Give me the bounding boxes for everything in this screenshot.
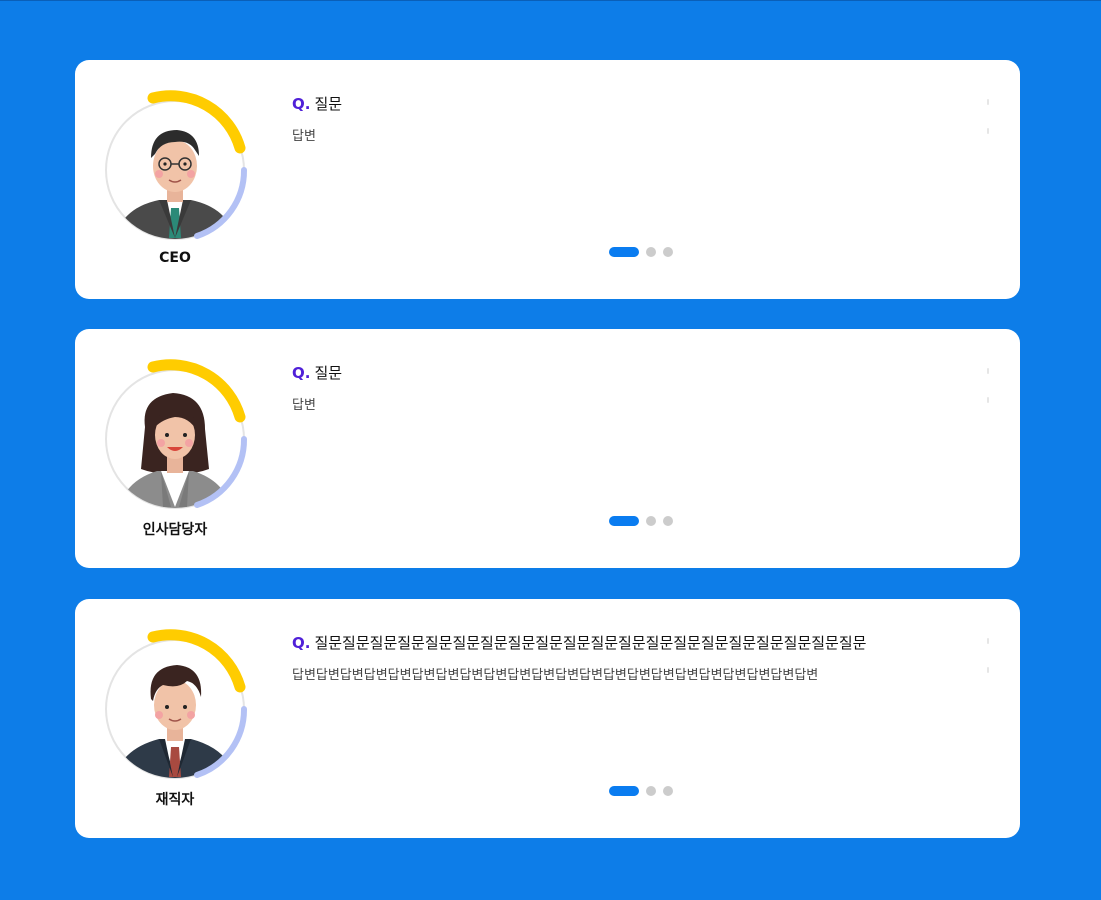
answer-text: 답변답변답변답변답변답변답변답변답변답변답변답변답변답변답변답변답변답변답변답변… bbox=[292, 668, 819, 683]
employee-avatar-illustration bbox=[105, 629, 248, 779]
question-body: 질문질문질문질문질문질문질문질문질문질문질문질문질문질문질문질문질문질문질문질문 bbox=[314, 634, 867, 652]
interview-card-hr: 인사담당자 Q. 질문 답변 bbox=[75, 329, 1020, 568]
page: CEO Q. 질문 답변 인사담당자 Q. 질문 답변 재직자 Q. 질문질문질… bbox=[0, 0, 1101, 900]
answer-text: 답변 bbox=[292, 398, 316, 413]
carousel-pagination bbox=[609, 516, 680, 526]
role-label: CEO bbox=[159, 250, 191, 266]
scroll-indicator bbox=[987, 638, 989, 644]
top-divider bbox=[0, 0, 1101, 1]
role-label: 재직자 bbox=[155, 792, 195, 808]
interview-card-ceo: CEO Q. 질문 답변 bbox=[75, 60, 1020, 299]
employee-avatar bbox=[101, 627, 257, 787]
question-prefix: Q. bbox=[292, 95, 311, 113]
pagination-dot-active[interactable] bbox=[609, 516, 639, 526]
ceo-avatar-illustration bbox=[105, 90, 248, 240]
answer-text: 답변 bbox=[292, 129, 316, 144]
hr-avatar bbox=[101, 357, 257, 517]
interview-card-employee: 재직자 Q. 질문질문질문질문질문질문질문질문질문질문질문질문질문질문질문질문질문… bbox=[75, 599, 1020, 838]
question-prefix: Q. bbox=[292, 634, 311, 652]
question-body: 질문 bbox=[314, 95, 343, 113]
pagination-dot[interactable] bbox=[663, 247, 673, 257]
scroll-indicator bbox=[987, 99, 989, 105]
scroll-indicator bbox=[987, 128, 989, 134]
carousel-pagination bbox=[609, 786, 680, 796]
scroll-indicator bbox=[987, 368, 989, 374]
ceo-avatar bbox=[101, 88, 257, 248]
pagination-dot[interactable] bbox=[646, 247, 656, 257]
pagination-dot[interactable] bbox=[663, 786, 673, 796]
hr-manager-avatar-illustration bbox=[105, 359, 248, 509]
carousel-pagination bbox=[609, 247, 680, 257]
question-text: Q. 질문질문질문질문질문질문질문질문질문질문질문질문질문질문질문질문질문질문질문… bbox=[292, 632, 866, 653]
question-body: 질문 bbox=[314, 364, 343, 382]
question-text: Q. 질문 bbox=[292, 93, 342, 114]
pagination-dot[interactable] bbox=[663, 516, 673, 526]
scroll-indicator bbox=[987, 667, 989, 673]
scroll-indicator bbox=[987, 397, 989, 403]
pagination-dot-active[interactable] bbox=[609, 786, 639, 796]
pagination-dot[interactable] bbox=[646, 786, 656, 796]
question-prefix: Q. bbox=[292, 364, 311, 382]
role-label: 인사담당자 bbox=[142, 522, 208, 538]
pagination-dot-active[interactable] bbox=[609, 247, 639, 257]
pagination-dot[interactable] bbox=[646, 516, 656, 526]
question-text: Q. 질문 bbox=[292, 362, 342, 383]
